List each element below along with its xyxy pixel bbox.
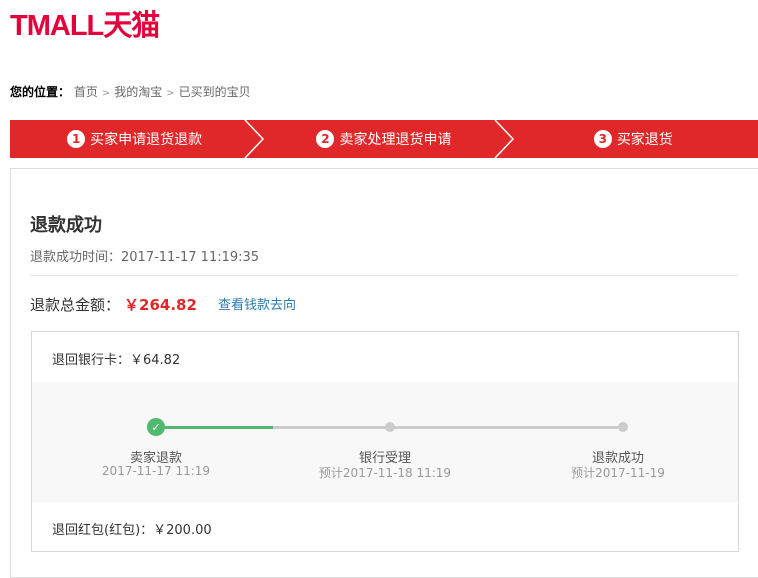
step-number: 2 [316, 130, 335, 148]
progress-date: 预计2017-11-18 11:19 [318, 466, 452, 480]
step-number: 1 [67, 130, 86, 148]
progress-fill [156, 426, 273, 429]
progress-date: 2017-11-17 11:19 [101, 464, 211, 478]
tmall-logo[interactable]: TMALL天猫 [10, 2, 160, 44]
breadcrumb: 您的位置： 首页 > 我的淘宝 > 已买到的宝贝 [10, 83, 251, 100]
breadcrumb-home[interactable]: 首页 [74, 85, 98, 99]
step-label: 买家申请退货退款 [90, 132, 203, 148]
view-money-trace-link[interactable]: 查看钱款去向 [218, 294, 296, 313]
progress-node-pending [385, 422, 395, 432]
chevron-right-icon [494, 120, 514, 158]
total-amount: ￥264.82 [124, 296, 197, 314]
breadcrumb-separator: > [101, 88, 111, 99]
step-3: 3 买家退货 [509, 120, 758, 158]
breadcrumb-separator: > [166, 88, 175, 99]
red-packet-refund: 退回红包(红包)：￥200.00 [52, 523, 212, 538]
step-2: 2 卖家处理退货申请 [259, 120, 514, 158]
step-label: 卖家处理退货申请 [339, 132, 452, 148]
breadcrumb-label: 您的位置： [10, 85, 71, 99]
step-number: 3 [593, 130, 612, 148]
refund-status-title: 退款成功 [30, 215, 102, 236]
progress-node-pending [618, 422, 628, 432]
chevron-right-icon [244, 120, 265, 158]
bank-card-refund: 退回银行卡：￥64.82 [52, 353, 181, 368]
step-label: 买家退货 [616, 132, 673, 148]
refund-success-time: 退款成功时间：2017-11-17 11:19:35 [30, 250, 260, 265]
check-icon: ✓ [147, 418, 165, 436]
breadcrumb-bought-items[interactable]: 已买到的宝贝 [179, 85, 251, 99]
refund-steps-bar: 1 买家申请退货退款 2 卖家处理退货申请 3 买家退货 [10, 120, 758, 158]
refund-progress-area [32, 382, 738, 502]
step-1: 1 买家申请退货退款 [10, 120, 265, 158]
total-label: 退款总金额： [30, 296, 121, 314]
refund-total: 退款总金额： ￥264.82 [30, 294, 197, 315]
divider [30, 275, 738, 276]
progress-date: 预计2017-11-19 [571, 466, 665, 480]
breadcrumb-my-taobao[interactable]: 我的淘宝 [114, 85, 162, 99]
